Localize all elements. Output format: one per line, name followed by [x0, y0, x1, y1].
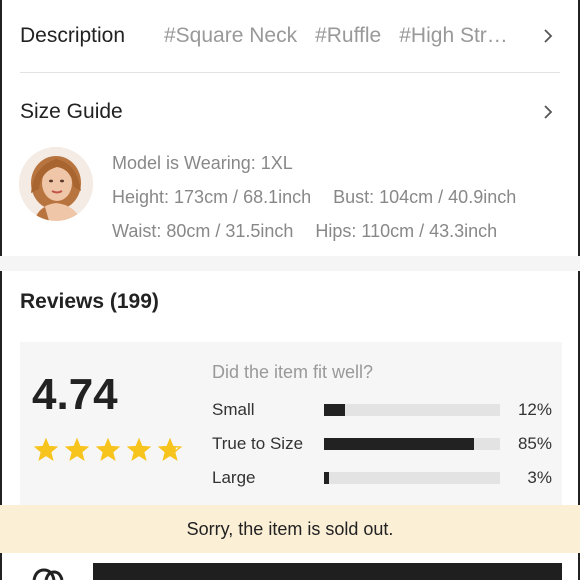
description-row[interactable]: Description #Square Neck #Ruffle #High S…: [20, 14, 560, 58]
model-wearing-text: Model is Wearing: 1XL: [112, 153, 293, 173]
section-separator: [0, 256, 580, 271]
fit-label: Small: [212, 400, 255, 419]
tag-high-stretch[interactable]: #High Str…: [399, 24, 508, 48]
star-icon: [34, 438, 58, 462]
chevron-right-icon[interactable]: [542, 26, 554, 46]
fit-bar-fill: [324, 404, 346, 416]
tag-ruffle[interactable]: #Ruffle: [315, 24, 381, 48]
fit-row-large: Large 3%: [212, 466, 557, 490]
reviews-title[interactable]: Reviews (199): [20, 290, 159, 314]
divider: [20, 72, 560, 73]
bust-text: Bust: 104cm / 40.9inch: [333, 187, 517, 207]
fit-percent: 12%: [517, 400, 552, 419]
model-measurements: Model is Wearing: 1XL Height: 173cm / 68…: [112, 146, 516, 248]
waist-text: Waist: 80cm / 31.5inch: [112, 221, 294, 241]
fit-label: Large: [212, 468, 256, 487]
customer-service-icon[interactable]: [30, 566, 70, 580]
star-icon: [96, 438, 120, 462]
fit-bar: [324, 404, 500, 416]
chevron-right-icon[interactable]: [542, 102, 554, 122]
sold-out-banner: Sorry, the item is sold out.: [0, 505, 580, 553]
rating-summary: 4.74 Did the item fit well? Small 12% Tr…: [20, 342, 562, 520]
fit-percent: 3%: [527, 468, 552, 487]
fit-row-small: Small 12%: [212, 398, 557, 422]
size-guide-title: Size Guide: [20, 100, 123, 123]
size-guide-row[interactable]: Size Guide: [20, 90, 560, 134]
left-frame-edge: [0, 0, 2, 580]
fit-percent: 85%: [517, 434, 552, 453]
tag-list: #Square Neck #Ruffle #High Str…: [164, 24, 560, 48]
height-text: Height: 173cm / 68.1inch: [112, 187, 312, 207]
fit-bar: [324, 472, 500, 484]
waist-hips-line: Waist: 80cm / 31.5inch Hips: 110cm / 43.3…: [112, 214, 516, 248]
add-to-bag-button[interactable]: [93, 563, 562, 580]
fit-bar: [324, 438, 500, 450]
star-icon: [127, 438, 151, 462]
fit-row-true-to-size: True to Size 85%: [212, 432, 557, 456]
model-avatar: [19, 147, 93, 221]
star-icon: [65, 438, 89, 462]
fit-label: True to Size: [212, 434, 304, 453]
average-rating: 4.74: [32, 370, 118, 419]
fit-bar-fill: [324, 438, 474, 450]
tag-square-neck[interactable]: #Square Neck: [164, 24, 297, 48]
description-title: Description: [20, 24, 126, 47]
star-rating: [34, 438, 182, 462]
fit-bar-fill: [324, 472, 330, 484]
height-bust-line: Height: 173cm / 68.1inch Bust: 104cm / 40…: [112, 180, 516, 214]
fit-question: Did the item fit well?: [212, 362, 374, 382]
hips-text: Hips: 110cm / 43.3inch: [315, 221, 498, 241]
model-photo-icon: [19, 147, 93, 221]
star-icon: [158, 438, 182, 462]
